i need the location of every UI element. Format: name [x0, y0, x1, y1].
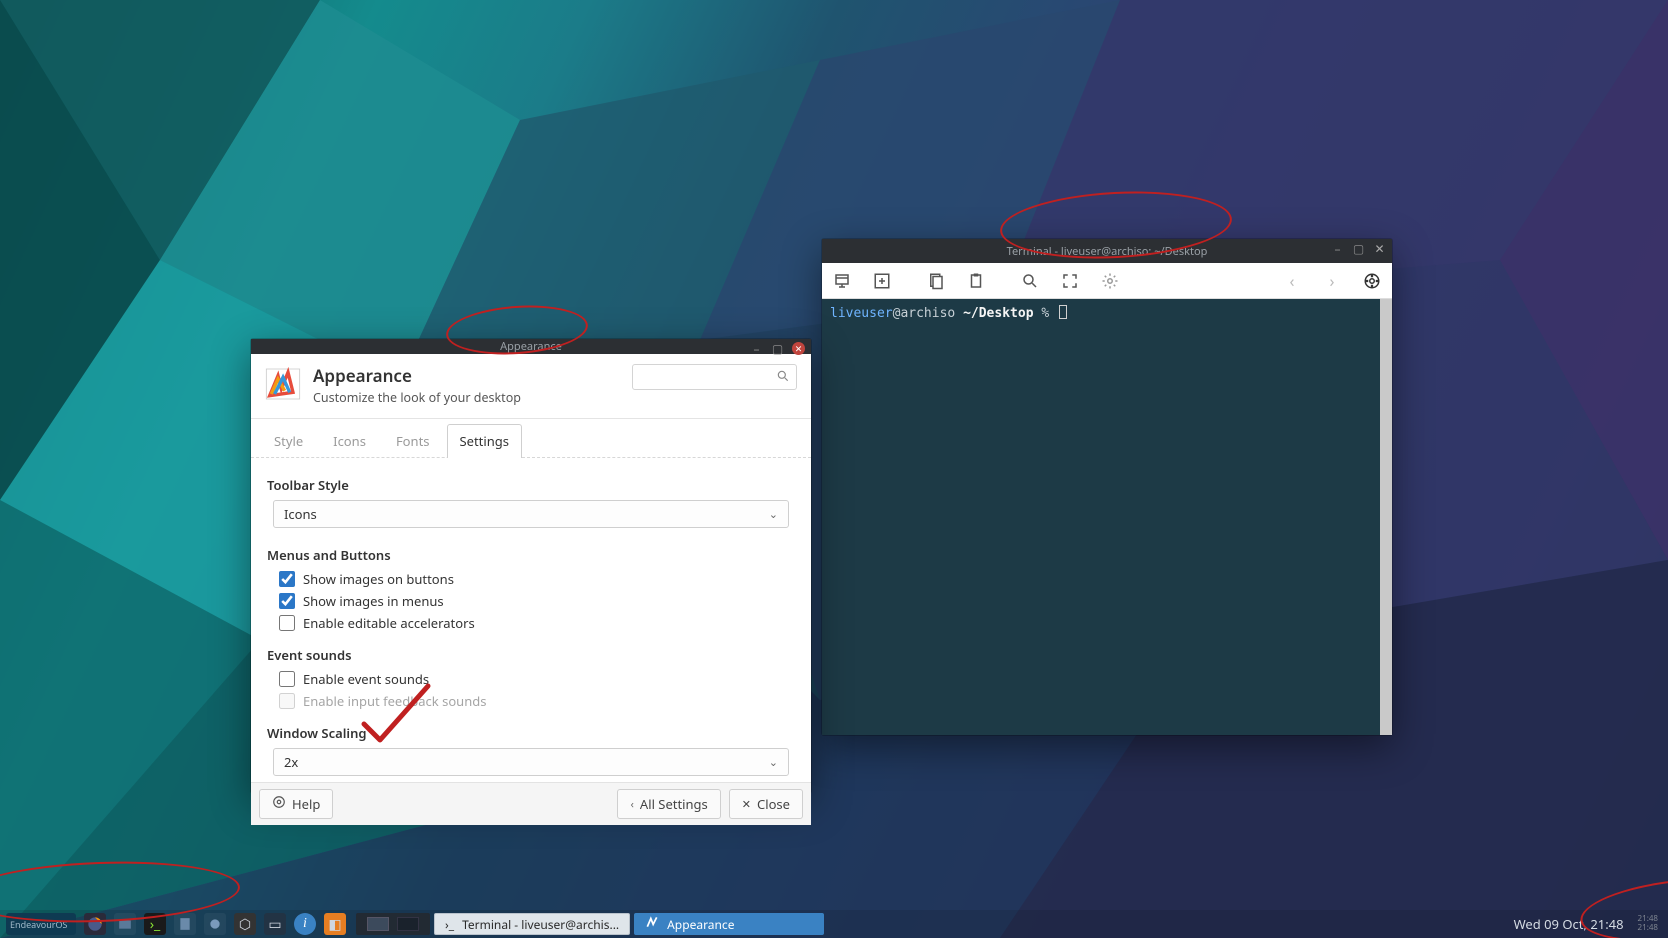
new-tab-icon[interactable]	[872, 271, 892, 291]
launcher-calamares[interactable]: ◧	[324, 913, 346, 935]
task-appearance-label: Appearance	[667, 916, 734, 933]
show-images-buttons-label: Show images on buttons	[303, 570, 454, 588]
copy-icon[interactable]	[926, 271, 946, 291]
panel-clock[interactable]: Wed 09 Oct, 21:48	[1500, 915, 1638, 933]
appearance-heading: Appearance	[313, 364, 521, 387]
launchers: EndeavourOS ›_ ⬡ ▭ i ◧	[0, 913, 352, 935]
window-scaling-value: 2x	[284, 753, 298, 771]
launcher-chromium[interactable]: ⬡	[234, 913, 256, 935]
appearance-task-icon	[645, 915, 659, 933]
help-icon	[272, 795, 286, 813]
help-label: Help	[292, 795, 320, 813]
close-button[interactable]: ✕	[1373, 242, 1386, 255]
all-settings-label: All Settings	[640, 795, 708, 813]
tab-style[interactable]: Style	[261, 424, 316, 458]
launcher-files[interactable]	[114, 913, 136, 935]
show-images-buttons-checkbox[interactable]	[279, 571, 295, 587]
prompt-symbol: %	[1034, 306, 1057, 321]
toolbar-style-label: Toolbar Style	[267, 476, 795, 494]
enable-input-feedback-checkbox	[279, 693, 295, 709]
prompt-user: liveuser	[830, 306, 893, 321]
show-images-menus-label: Show images in menus	[303, 592, 444, 610]
toolbar-style-select[interactable]: Icons ⌄	[273, 500, 789, 528]
menus-buttons-label: Menus and Buttons	[267, 546, 795, 564]
toolbar-style-value: Icons	[284, 505, 317, 523]
back-icon[interactable]: ‹	[1282, 271, 1302, 291]
paste-icon[interactable]	[966, 271, 986, 291]
close-icon: ✕	[742, 797, 751, 812]
prompt-host: @archiso	[893, 306, 963, 321]
show-desktop[interactable]: ▭	[264, 913, 286, 935]
help-icon[interactable]	[1362, 271, 1382, 291]
close-button[interactable]: ✕	[792, 342, 805, 355]
terminal-cursor	[1059, 305, 1067, 319]
terminal-window[interactable]: Terminal - liveuser@archiso: ~/Desktop –…	[822, 239, 1392, 735]
chevron-down-icon: ⌄	[769, 755, 778, 770]
settings-search[interactable]	[632, 364, 797, 390]
task-appearance[interactable]: Appearance	[634, 913, 824, 935]
terminal-toolbar: ‹ ›	[822, 263, 1392, 299]
terminal-title: Terminal - liveuser@archiso: ~/Desktop	[1007, 244, 1208, 259]
taskbar[interactable]: EndeavourOS ›_ ⬡ ▭ i ◧ ›_ Terminal - liv…	[0, 910, 1668, 938]
appearance-subheading: Customize the look of your desktop	[313, 389, 521, 406]
workspace-switcher[interactable]	[356, 913, 430, 935]
close-label: Close	[757, 795, 790, 813]
show-images-menus-row[interactable]: Show images in menus	[279, 592, 795, 610]
tabs: Style Icons Fonts Settings	[251, 419, 811, 458]
clock-text: Wed 09 Oct, 21:48	[1514, 915, 1624, 933]
enable-input-feedback-label: Enable input feedback sounds	[303, 692, 486, 710]
launcher-settings[interactable]	[204, 913, 226, 935]
panel-clock-tiny: 21:48 21:48	[1638, 915, 1668, 933]
launcher-terminal[interactable]: ›_	[144, 913, 166, 935]
show-images-buttons-row[interactable]: Show images on buttons	[279, 570, 795, 588]
terminal-body[interactable]: liveuser@archiso ~/Desktop %	[822, 299, 1392, 735]
enable-accelerators-row[interactable]: Enable editable accelerators	[279, 614, 795, 632]
chevron-left-icon: ‹	[630, 797, 633, 812]
event-sounds-label: Event sounds	[267, 646, 795, 664]
appearance-titlebar[interactable]: Appearance – ▢ ✕	[251, 339, 811, 354]
terminal-scrollbar[interactable]	[1380, 299, 1392, 735]
help-button[interactable]: Help	[259, 789, 333, 819]
launcher-firefox[interactable]	[84, 913, 106, 935]
close-button[interactable]: ✕ Close	[729, 789, 803, 819]
launcher-info[interactable]: i	[294, 913, 316, 935]
enable-event-sounds-row[interactable]: Enable event sounds	[279, 670, 795, 688]
enable-accelerators-checkbox[interactable]	[279, 615, 295, 631]
window-scaling-label: Window Scaling	[267, 724, 795, 742]
tab-fonts[interactable]: Fonts	[383, 424, 443, 458]
launcher-editor[interactable]	[174, 913, 196, 935]
fullscreen-icon[interactable]	[1060, 271, 1080, 291]
chevron-down-icon: ⌄	[769, 507, 778, 522]
enable-event-sounds-checkbox[interactable]	[279, 671, 295, 687]
minimize-button[interactable]: –	[750, 342, 763, 355]
terminal-titlebar[interactable]: Terminal - liveuser@archiso: ~/Desktop –…	[822, 239, 1392, 263]
enable-input-feedback-row: Enable input feedback sounds	[279, 692, 795, 710]
enable-event-sounds-label: Enable event sounds	[303, 670, 429, 688]
settings-search-input[interactable]	[639, 370, 776, 384]
maximize-button[interactable]: ▢	[1352, 242, 1365, 255]
search-icon[interactable]	[1020, 271, 1040, 291]
tab-icons[interactable]: Icons	[320, 424, 379, 458]
minimize-button[interactable]: –	[1331, 242, 1344, 255]
appearance-window[interactable]: Appearance – ▢ ✕ Appearance Customize th…	[251, 339, 811, 793]
appearance-title: Appearance	[500, 339, 562, 354]
search-icon	[776, 366, 790, 388]
enable-accelerators-label: Enable editable accelerators	[303, 614, 475, 632]
show-images-menus-checkbox[interactable]	[279, 593, 295, 609]
task-terminal[interactable]: ›_ Terminal - liveuser@archis...	[434, 913, 630, 935]
appearance-footer: Help ‹ All Settings ✕ Close	[251, 782, 811, 825]
appearance-app-icon	[263, 364, 303, 404]
window-scaling-select[interactable]: 2x ⌄	[273, 748, 789, 776]
app-menu-button[interactable]: EndeavourOS	[6, 913, 76, 935]
terminal-task-icon: ›_	[445, 916, 454, 933]
prompt-path: ~/Desktop	[963, 306, 1033, 321]
all-settings-button[interactable]: ‹ All Settings	[617, 789, 720, 819]
clock-tiny-bottom: 21:48	[1638, 924, 1658, 933]
settings-icon[interactable]	[1100, 271, 1120, 291]
maximize-button[interactable]: ▢	[771, 342, 784, 355]
forward-icon[interactable]: ›	[1322, 271, 1342, 291]
tab-settings[interactable]: Settings	[447, 424, 522, 458]
task-terminal-label: Terminal - liveuser@archis...	[462, 916, 619, 933]
dropdown-icon[interactable]	[832, 271, 852, 291]
